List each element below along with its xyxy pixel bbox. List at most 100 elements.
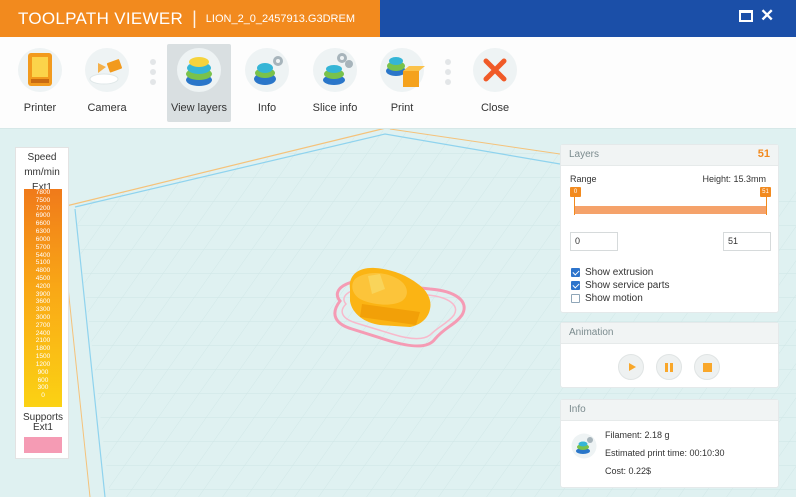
title-bar: TOOLPATH VIEWER | LION_2_0_2457913.G3DRE… xyxy=(0,0,796,37)
range-label: Range xyxy=(570,174,597,184)
show-service-parts-label: Show service parts xyxy=(585,280,670,291)
speed-tick: 4500 xyxy=(35,274,51,282)
info-button[interactable]: Info xyxy=(234,44,300,122)
info-label: Info xyxy=(257,102,277,114)
speed-tick: 6000 xyxy=(35,235,51,243)
layers-count: 51 xyxy=(757,148,770,160)
file-name: LION_2_0_2457913.G3DREM xyxy=(205,12,355,25)
show-extrusion-checkbox[interactable] xyxy=(571,268,580,277)
speed-tick: 3600 xyxy=(35,298,51,306)
show-extrusion-row[interactable]: Show extrusion xyxy=(571,267,653,278)
close-label: Close xyxy=(480,102,510,114)
layers-panel: Layers 51 Range Height: 15.3mm 0 51 0 51… xyxy=(560,144,779,313)
stop-button[interactable] xyxy=(694,354,720,380)
slice-info-label: Slice info xyxy=(312,102,358,114)
slice-info-icon xyxy=(313,48,357,92)
info-panel: Info Filament: 2.18 g Estimated print ti… xyxy=(560,399,779,488)
show-motion-checkbox[interactable] xyxy=(571,294,580,303)
view-layers-label: View layers xyxy=(170,102,228,114)
speed-tick: 2700 xyxy=(35,321,51,329)
min-layer-input[interactable]: 0 xyxy=(570,232,618,251)
cost-value: Cost: 0.22$ xyxy=(605,466,652,476)
layers-panel-header: Layers 51 xyxy=(561,145,778,166)
speed-tick: 5400 xyxy=(35,251,51,259)
pause-icon xyxy=(665,363,668,372)
printer-label: Printer xyxy=(23,102,57,114)
printer-button[interactable]: Printer xyxy=(7,44,73,122)
speed-legend: Speed mm/min Ext1 7800 7500 7200 6900 66… xyxy=(15,147,69,459)
toolbar-separator xyxy=(150,59,156,89)
window-close-icon[interactable]: ✕ xyxy=(760,6,774,26)
speed-tick: 6300 xyxy=(35,228,51,236)
supports-color-swatch xyxy=(24,437,62,453)
print-time-value: Estimated print time: 00:10:30 xyxy=(605,448,725,458)
min-thumb-stem xyxy=(574,197,575,215)
speed-tick: 5700 xyxy=(35,243,51,251)
layers-icon xyxy=(177,48,221,92)
speed-tick: 4200 xyxy=(35,282,51,290)
show-extrusion-label: Show extrusion xyxy=(585,267,654,278)
speed-tick: 3300 xyxy=(35,306,51,314)
view-layers-button[interactable]: View layers xyxy=(167,44,231,122)
max-thumb-stem xyxy=(766,197,767,215)
legend-title-speed: Speed xyxy=(27,152,57,163)
layers-title: Layers xyxy=(569,149,600,160)
play-icon xyxy=(629,363,636,371)
maximize-icon[interactable] xyxy=(739,10,753,22)
print-label: Print xyxy=(390,102,414,114)
close-icon xyxy=(473,48,517,92)
speed-tick: 7200 xyxy=(35,204,51,212)
max-layer-input[interactable]: 51 xyxy=(723,232,771,251)
info-title: Info xyxy=(569,404,586,415)
show-motion-row[interactable]: Show motion xyxy=(571,293,643,304)
speed-tick: 600 xyxy=(37,376,49,384)
stop-icon xyxy=(703,363,712,372)
animation-panel: Animation xyxy=(560,322,779,388)
toolbar: Printer Camera View layers Info Slice in… xyxy=(0,37,796,129)
speed-tick: 2400 xyxy=(35,329,51,337)
info-gear-icon xyxy=(245,48,289,92)
speed-tick: 1500 xyxy=(35,353,51,361)
min-layer-thumb[interactable]: 0 xyxy=(570,187,581,197)
camera-label: Camera xyxy=(87,102,127,114)
show-service-parts-row[interactable]: Show service parts xyxy=(571,280,669,291)
speed-color-bar: 7800 7500 7200 6900 6600 6300 6000 5700 … xyxy=(24,189,62,407)
max-layer-thumb[interactable]: 51 xyxy=(760,187,771,197)
play-button[interactable] xyxy=(618,354,644,380)
speed-tick: 7500 xyxy=(35,196,51,204)
speed-tick: 2100 xyxy=(35,337,51,345)
pause-button[interactable] xyxy=(656,354,682,380)
show-motion-label: Show motion xyxy=(585,293,643,304)
print-button[interactable]: Print xyxy=(369,44,435,122)
speed-tick: 6600 xyxy=(35,220,51,228)
camera-button[interactable]: Camera xyxy=(74,44,140,122)
supports-extruder: Ext1 xyxy=(32,422,53,433)
speed-tick: 900 xyxy=(37,368,49,376)
speed-tick: 1200 xyxy=(35,360,51,368)
speed-tick: 5100 xyxy=(35,259,51,267)
slice-stats-icon xyxy=(571,433,597,459)
printer-icon xyxy=(18,48,62,92)
title-separator: | xyxy=(192,8,197,28)
speed-tick: 1800 xyxy=(35,345,51,353)
app-title: TOOLPATH VIEWER xyxy=(18,8,184,28)
close-button[interactable]: Close xyxy=(462,44,528,122)
print-icon xyxy=(380,48,425,92)
speed-tick: 3900 xyxy=(35,290,51,298)
legend-title-unit: mm/min xyxy=(24,167,60,178)
height-label: Height: 15.3mm xyxy=(702,174,766,184)
speed-tick: 7800 xyxy=(35,189,51,196)
toolbar-separator xyxy=(445,59,451,89)
speed-tick: 0 xyxy=(41,392,45,400)
camera-icon xyxy=(85,48,129,92)
speed-tick: 4800 xyxy=(35,267,51,275)
supports-label: Supports Ext1 xyxy=(16,413,70,433)
animation-title: Animation xyxy=(569,327,614,338)
speed-tick: 6900 xyxy=(35,212,51,220)
speed-tick: 3000 xyxy=(35,314,51,321)
layer-range-slider[interactable] xyxy=(574,206,767,214)
slice-info-button[interactable]: Slice info xyxy=(302,44,368,122)
speed-tick: 300 xyxy=(37,384,49,392)
show-service-parts-checkbox[interactable] xyxy=(571,281,580,290)
title-section: TOOLPATH VIEWER | LION_2_0_2457913.G3DRE… xyxy=(0,0,380,37)
